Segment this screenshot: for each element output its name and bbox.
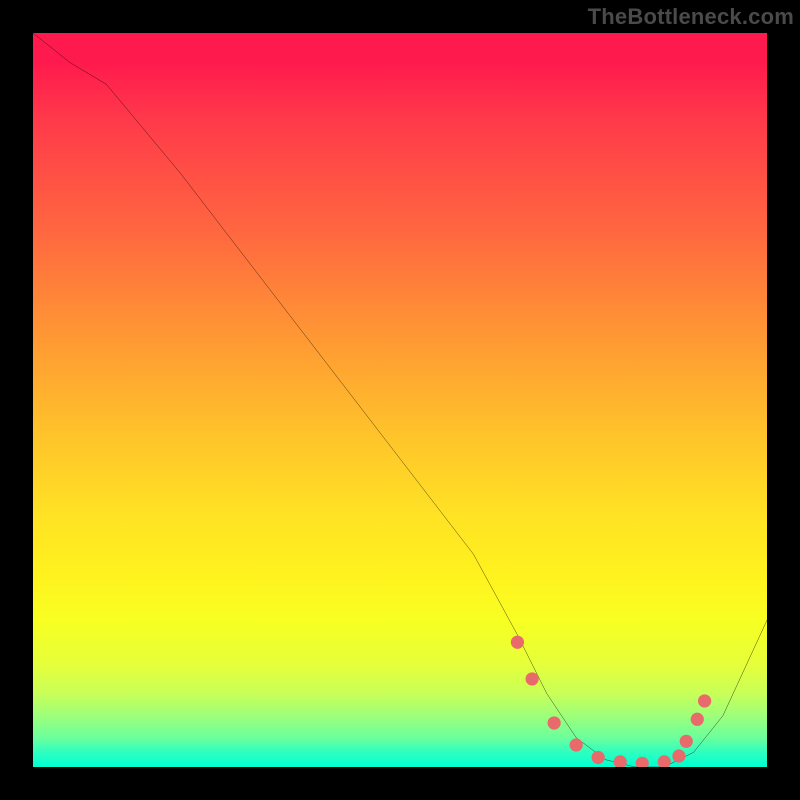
marker-dot (691, 713, 704, 726)
marker-dot (636, 757, 649, 767)
watermark-text: TheBottleneck.com (588, 4, 794, 30)
marker-dot (698, 694, 711, 707)
marker-dot (548, 716, 561, 729)
marker-dot (592, 751, 605, 764)
figure-frame: TheBottleneck.com (0, 0, 800, 800)
marker-dot (680, 735, 693, 748)
chart-svg (33, 33, 767, 767)
marker-dot (658, 755, 671, 767)
x-axis (33, 767, 767, 800)
bottleneck-curve (33, 33, 767, 767)
plot-area (33, 33, 767, 767)
marker-dot (511, 636, 524, 649)
marker-dots (511, 636, 711, 767)
marker-dot (614, 755, 627, 767)
marker-dot (672, 749, 685, 762)
y-axis (0, 33, 33, 767)
marker-dot (570, 738, 583, 751)
curve-line (33, 33, 767, 767)
marker-dot (526, 672, 539, 685)
